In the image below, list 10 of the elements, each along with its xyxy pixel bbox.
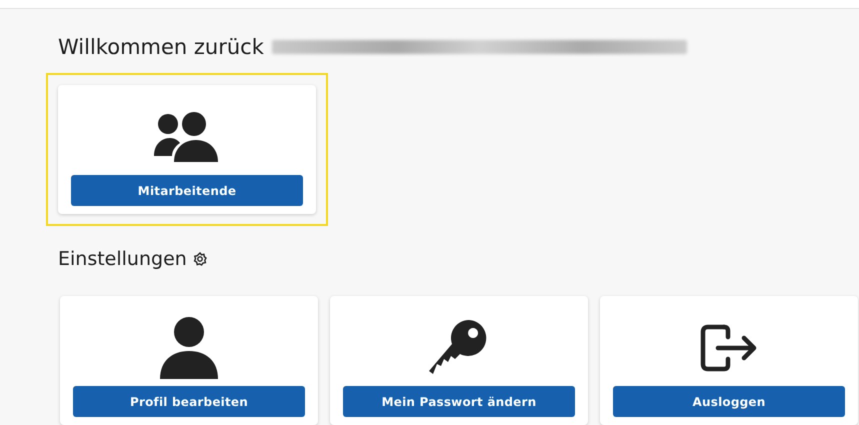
settings-title: Einstellungen: [58, 248, 187, 270]
people-icon: [154, 112, 220, 162]
tile-button[interactable]: Profil bearbeiten: [73, 386, 305, 417]
logout-icon: [700, 323, 758, 373]
settings-icon: [192, 252, 207, 266]
tile-button[interactable]: Mein Passwort ändern: [343, 386, 575, 417]
person-icon: [160, 317, 218, 379]
welcome-title: Willkommen zurück: [58, 35, 264, 59]
tile-button[interactable]: Mitarbeitende: [71, 175, 303, 206]
tile-button[interactable]: Ausloggen: [613, 386, 845, 417]
